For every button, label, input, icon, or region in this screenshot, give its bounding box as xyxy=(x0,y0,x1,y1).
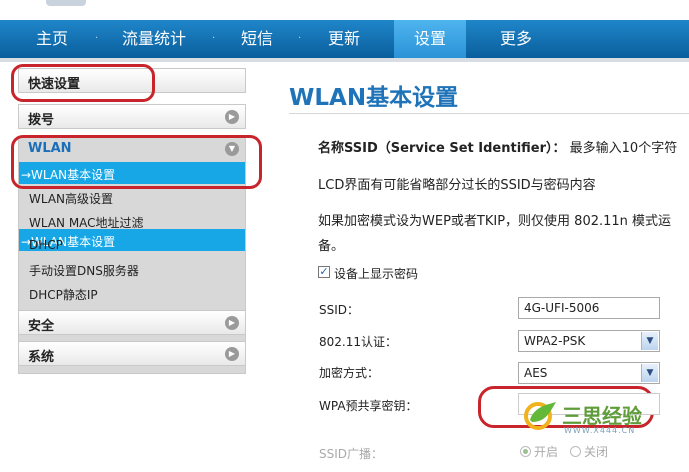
sidebar-security-label: 安全 xyxy=(28,319,55,334)
auth-value: WPA2-PSK xyxy=(524,334,586,348)
logo xyxy=(46,0,86,6)
page-title: WLAN基本设置 xyxy=(289,85,459,111)
sidebar-system[interactable]: 系统 ▶ xyxy=(18,341,246,366)
encrypt-note-line1: 如果加密模式设为WEP或者TKIP，则仅使用 802.11n 模式运 xyxy=(318,214,672,229)
top-strip xyxy=(0,0,689,20)
broadcast-on-radio[interactable] xyxy=(520,446,531,457)
nav-settings[interactable]: 设置 xyxy=(394,20,466,58)
encryption-select[interactable]: AES ▼ xyxy=(518,362,660,384)
ssid-note: 名称SSID（Service Set Identifier）： 最多输入10个字… xyxy=(318,137,677,156)
sidebar-item-label: DHCP静态IP xyxy=(29,288,98,302)
nav-update[interactable]: 更新 xyxy=(306,20,382,58)
main-nav: 主页 · 流量统计 · 短信 · 更新 设置 更多 xyxy=(0,20,689,58)
sidebar-item-label: DHCP xyxy=(29,238,63,252)
watermark-name: 三思经验 xyxy=(562,404,642,428)
sidebar-item-label: WLAN MAC地址过滤 xyxy=(29,216,144,230)
chevron-down-icon: ▼ xyxy=(225,142,239,156)
nav-separator: · xyxy=(212,33,216,44)
ssid-input[interactable]: 4G-UFI-5006 xyxy=(518,297,660,319)
sidebar-wlan[interactable]: WLAN ▼ xyxy=(19,137,245,162)
nav-separator: · xyxy=(298,33,302,44)
ssid-note-text: 最多输入10个字符 xyxy=(569,141,678,156)
sidebar-item-wlan-basic[interactable]: →WLAN基本设置 xyxy=(19,162,245,184)
broadcast-off-radio[interactable] xyxy=(570,446,581,457)
nav-more[interactable]: 更多 xyxy=(478,20,554,58)
sidebar-dial[interactable]: 拨号 ▶ xyxy=(18,104,246,129)
lcd-note: LCD界面有可能省略部分过长的SSID与密码内容 xyxy=(318,178,596,193)
leaf-logo-icon xyxy=(524,402,556,430)
sidebar-quick-label: 快速设置 xyxy=(28,77,81,92)
chevron-right-icon: ▶ xyxy=(225,316,239,330)
sidebar-security[interactable]: 安全 ▶ xyxy=(18,310,246,335)
nav-traffic[interactable]: 流量统计 xyxy=(106,20,202,58)
broadcast-label: SSID广播： xyxy=(319,447,384,461)
psk-label: WPA预共享密钥： xyxy=(319,399,418,413)
watermark-url: WWW.X444.CN xyxy=(564,426,636,435)
encrypt-note-line2: 备。 xyxy=(318,239,345,254)
sidebar-quick-setup[interactable]: 快速设置 xyxy=(18,68,246,93)
show-password-checkbox[interactable]: ✓ xyxy=(318,266,330,278)
auth-label: 802.11认证： xyxy=(319,335,397,349)
sidebar-item-wlan-advanced[interactable]: WLAN高级设置 xyxy=(19,186,245,208)
broadcast-off-label: 关闭 xyxy=(584,445,609,459)
nav-home[interactable]: 主页 xyxy=(18,20,86,58)
nav-separator: · xyxy=(95,33,99,44)
sidebar-dial-label: 拨号 xyxy=(28,113,55,128)
sidebar-item-label: →WLAN基本设置 xyxy=(21,168,116,182)
broadcast-on-label: 开启 xyxy=(534,445,559,459)
encryption-value: AES xyxy=(524,366,548,380)
ssid-label: SSID： xyxy=(319,303,360,317)
sidebar-item-dhcp[interactable]: DHCP xyxy=(19,234,245,256)
chevron-down-icon: ▼ xyxy=(641,364,658,382)
sidebar-item-dhcp-static[interactable]: DHCP静态IP xyxy=(19,282,245,304)
sidebar-system-label: 系统 xyxy=(28,350,55,365)
chevron-right-icon: ▶ xyxy=(225,347,239,361)
auth-select[interactable]: WPA2-PSK ▼ xyxy=(518,330,660,352)
watermark: 三思经验 WWW.X444.CN xyxy=(520,398,642,438)
show-password-label: 设备上显示密码 xyxy=(334,267,419,281)
encryption-label: 加密方式： xyxy=(319,366,380,380)
sidebar-item-label: 手动设置DNS服务器 xyxy=(29,264,139,278)
sidebar-wlan-label: WLAN xyxy=(28,141,72,156)
title-divider xyxy=(289,113,689,114)
chevron-down-icon: ▼ xyxy=(641,332,658,350)
chevron-right-icon: ▶ xyxy=(225,110,239,124)
sidebar-item-mac-filter[interactable]: WLAN MAC地址过滤 xyxy=(19,210,245,232)
nav-sms[interactable]: 短信 xyxy=(222,20,292,58)
ssid-note-label: 名称SSID（Service Set Identifier）： xyxy=(318,141,566,156)
nav-shadow xyxy=(0,58,689,62)
sidebar-item-label: WLAN高级设置 xyxy=(29,192,114,206)
sidebar-item-dns[interactable]: 手动设置DNS服务器 xyxy=(19,258,245,280)
